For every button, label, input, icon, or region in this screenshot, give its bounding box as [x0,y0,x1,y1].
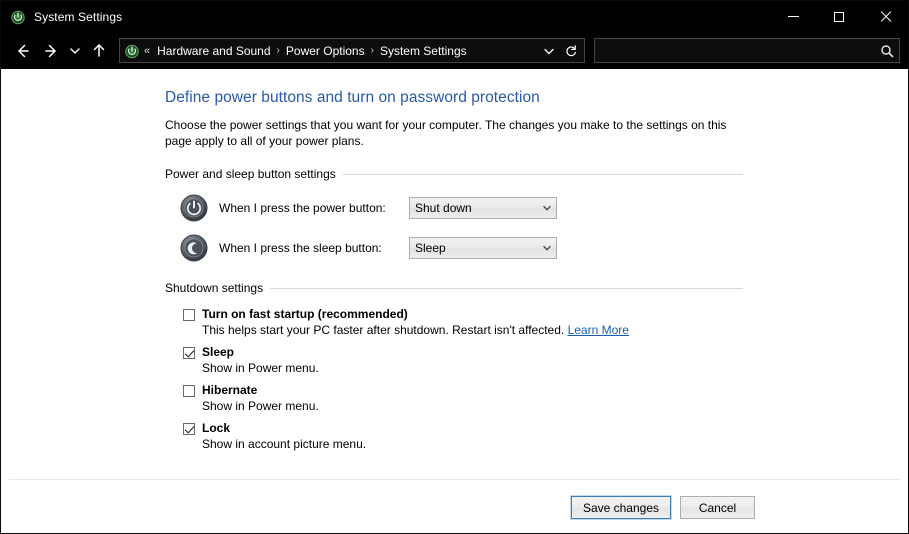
chevron-down-icon [70,47,80,54]
checkbox-item-lock: Lock Show in account picture menu. [165,421,748,452]
address-bar[interactable]: « Hardware and Sound › Power Options › S… [119,38,585,63]
arrow-left-icon [18,44,29,57]
minimize-icon [787,16,799,17]
breadcrumb-item-power-options[interactable]: Power Options [281,42,370,60]
sleep-button-action-dropdown[interactable]: Sleep [409,237,557,259]
checkbox-row[interactable]: Sleep [183,345,748,360]
chevron-down-icon [540,243,554,253]
maximize-icon [834,11,844,22]
power-button-row: When I press the power button: Shut down [165,193,748,223]
power-button-label: When I press the power button: [219,201,386,215]
forward-button[interactable] [37,37,65,65]
breadcrumb-item-hardware-and-sound[interactable]: Hardware and Sound [152,42,275,60]
power-button-icon [179,193,209,223]
search-icon[interactable] [879,44,895,58]
content-inner: Define power buttons and turn on passwor… [1,89,908,452]
recent-locations-button[interactable] [65,37,85,65]
learn-more-link[interactable]: Learn More [568,323,629,337]
checkbox-row[interactable]: Turn on fast startup (recommended) [183,307,748,322]
up-button[interactable] [85,37,113,65]
content-area: Define power buttons and turn on passwor… [1,69,908,533]
refresh-button[interactable] [560,39,582,62]
sleep-button-action-value: Sleep [415,241,446,255]
navigation-bar: « Hardware and Sound › Power Options › S… [1,32,908,69]
address-power-options-icon [124,43,140,59]
shutdown-section-label: Shutdown settings [165,281,264,295]
window-title: System Settings [34,9,123,24]
arrow-right-icon [45,44,56,57]
maximize-button[interactable] [816,1,862,32]
checkbox-item-fast-startup: Turn on fast startup (recommended) This … [165,307,748,338]
system-settings-window: System Settings « Hardware and Sound › P… [0,0,909,534]
checkbox-label-hibernate: Hibernate [202,383,258,397]
checkbox-label-fast-startup: Turn on fast startup (recommended) [202,307,408,321]
chevron-down-icon [544,48,554,54]
minimize-button[interactable] [770,1,816,32]
search-box[interactable] [594,38,900,63]
checkbox-description-sleep: Show in Power menu. [202,361,319,375]
checkbox-description-lock: Show in account picture menu. [202,437,367,451]
refresh-icon [566,44,576,56]
checkbox-label-sleep: Sleep [202,345,235,359]
search-input[interactable] [601,40,879,61]
checkbox-lock[interactable] [183,423,195,435]
section-divider [342,173,743,175]
fast-startup-description-text: This helps start your PC faster after sh… [202,323,565,337]
breadcrumb: « Hardware and Sound › Power Options › S… [142,42,538,60]
back-button[interactable] [9,37,37,65]
shutdown-section-header: Shutdown settings [165,281,743,295]
checkbox-hibernate[interactable] [183,385,195,397]
window-controls [770,1,908,32]
checkbox-item-sleep: Sleep Show in Power menu. [165,345,748,376]
cancel-button[interactable]: Cancel [680,496,755,519]
checkbox-row[interactable]: Hibernate [183,383,748,398]
checkbox-description-fast-startup: This helps start your PC faster after sh… [183,322,748,338]
arrow-up-icon [93,43,105,57]
breadcrumb-overflow[interactable]: « [142,45,152,57]
sleep-button-label: When I press the sleep button: [219,241,382,255]
power-button-action-dropdown[interactable]: Shut down [409,197,557,219]
checkbox-fast-startup[interactable] [183,309,195,321]
address-dropdown-button[interactable] [538,39,560,62]
title-bar: System Settings [1,1,908,32]
address-bar-buttons [538,39,582,62]
power-section-header: Power and sleep button settings [165,167,743,181]
footer-divider [9,479,900,480]
sleep-button-row: When I press the sleep button: Sleep [165,233,748,263]
close-icon [880,11,891,22]
power-section-label: Power and sleep button settings [165,167,336,181]
shutdown-settings-section: Shutdown settings Turn on fast startup (… [165,281,748,452]
breadcrumb-item-system-settings[interactable]: System Settings [375,42,472,60]
power-options-icon [10,9,26,25]
power-button-action-value: Shut down [415,201,472,215]
page-description: Choose the power settings that you want … [165,118,727,148]
sleep-button-icon [179,233,209,263]
section-divider [270,287,743,289]
close-button[interactable] [862,1,908,32]
checkbox-item-hibernate: Hibernate Show in Power menu. [165,383,748,414]
checkbox-row[interactable]: Lock [183,421,748,436]
save-changes-button[interactable]: Save changes [569,495,673,520]
checkbox-description-hibernate: Show in Power menu. [202,399,319,413]
checkbox-label-lock: Lock [202,421,231,435]
chevron-down-icon [540,203,554,213]
checkbox-sleep[interactable] [183,347,195,359]
footer-buttons: Save changes Cancel [569,495,755,520]
page-title: Define power buttons and turn on passwor… [165,89,540,106]
